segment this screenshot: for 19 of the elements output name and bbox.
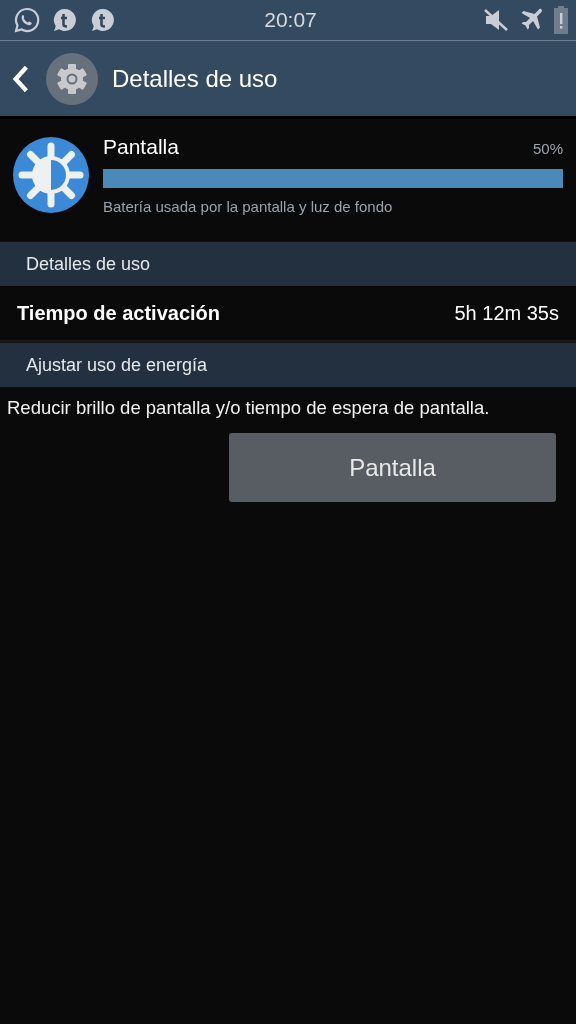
tip-text: Reducir brillo de pantalla y/o tiempo de espera de pantalla.: [7, 397, 491, 419]
item-description: Batería usada por la pantalla y luz de fondo: [103, 198, 394, 215]
gear-icon: [46, 52, 98, 105]
screen-title: Detalles de uso: [112, 64, 278, 93]
battery-icon: [554, 6, 568, 34]
chat-bubble-icon: [51, 6, 79, 34]
percent-text: 50%: [532, 140, 563, 157]
section-header: Detalles de uso: [0, 241, 576, 286]
back-icon[interactable]: [12, 63, 30, 94]
chat-bubble-icon: [13, 6, 41, 34]
row-label: Tiempo de activación: [17, 301, 221, 325]
item-name: Pantalla: [103, 135, 179, 159]
row-value: 5h 12m 35s: [454, 301, 559, 325]
brightness-icon: [13, 137, 89, 213]
section-header: Ajustar uso de energía: [0, 342, 576, 387]
mute-icon: [482, 6, 510, 34]
display-settings-button[interactable]: Pantalla: [229, 433, 556, 502]
clock-time: 20:07: [264, 8, 317, 32]
chat-bubble-icon: [89, 6, 117, 34]
